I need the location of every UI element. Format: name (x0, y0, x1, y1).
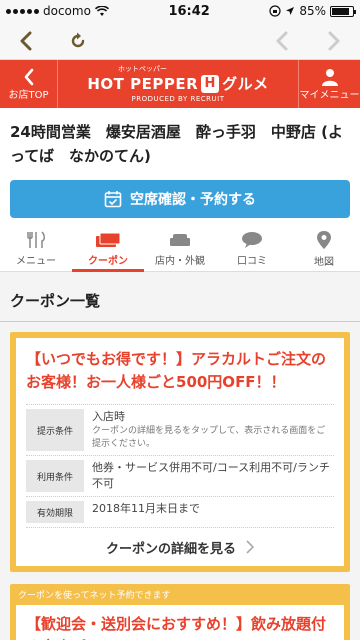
reserve-wrap: 空席確認・予約する (0, 176, 360, 226)
signal-icon (6, 8, 39, 14)
tab-coupon[interactable]: クーポン (72, 226, 144, 272)
ticket-icon (96, 232, 121, 247)
reserve-label: 空席確認・予約する (130, 192, 256, 208)
browser-prev-button[interactable] (270, 29, 294, 53)
tab-interior-label: 店内・外観 (155, 255, 205, 267)
coupon-card: クーポンを使ってネット予約できます 【歓迎会・送別会におすすめ！】飲み放題付き宴… (10, 584, 350, 640)
condition-value: 2018年11月末日まで (92, 502, 200, 515)
tab-map[interactable]: 地図 (288, 226, 360, 271)
logo-h-mark: H (201, 74, 220, 93)
browser-toolbar-left (14, 29, 90, 53)
condition-label: 提示条件 (26, 409, 84, 451)
reserve-button[interactable]: 空席確認・予約する (10, 180, 350, 218)
browser-toolbar-right (270, 29, 346, 53)
browser-reload-button[interactable] (66, 29, 90, 53)
browser-forward-button[interactable] (322, 29, 346, 53)
hot-pepper-logo[interactable]: ホットペッパー HOT PEPPER H グルメ PRODUCED BY REC… (58, 60, 298, 108)
location-arrow-icon (286, 7, 295, 15)
battery-icon (330, 5, 356, 17)
status-bar: docomo 16:42 85% (0, 0, 360, 22)
tab-map-label: 地図 (314, 256, 334, 268)
tab-reviews[interactable]: 口コミ (216, 226, 288, 271)
tab-reviews-label: 口コミ (237, 255, 267, 267)
orientation-lock-icon (269, 5, 281, 17)
cutlery-icon (27, 230, 45, 248)
shop-tabs: メニュー クーポン 店内・外観 口コミ 地図 (0, 226, 360, 272)
status-right: 85% (269, 4, 356, 18)
net-reserve-banner: クーポンを使ってネット予約できます (18, 591, 171, 601)
condition-row-presentation: 提示条件 入店時 クーポンの詳細を見るをタップして、表示される画面をご提示くださ… (26, 405, 334, 456)
condition-value: 他券・サービス併用不可/コース利用不可/ランチ不可 (92, 461, 330, 490)
coupon-card-body: 【歓迎会・送別会におすすめ！】飲み放題付き宴会プラン3000円～！ (16, 605, 344, 640)
browser-back-button[interactable] (14, 29, 38, 53)
coupon-card: 【いつでもお得です！】アラカルトご注文のお客様！お一人様ごと500円OFF！！ … (10, 332, 350, 572)
shop-name: 24時間営業 爆安居酒屋 酔っ手羽 中野店 (よってば なかのてん) (0, 108, 360, 176)
coupon-title: 【いつでもお得です！】アラカルトご注文のお客様！お一人様ごと500円OFF！！ (26, 350, 327, 391)
wifi-icon (94, 5, 109, 16)
user-icon (321, 68, 338, 86)
logo-gourmet: グルメ (222, 75, 269, 93)
sofa-icon (170, 233, 190, 246)
my-menu-button[interactable]: マイメニュー (298, 60, 360, 108)
coupon-conditions: 提示条件 入店時 クーポンの詳細を見るをタップして、表示される画面をご提示くださ… (26, 404, 334, 528)
carrier-label: docomo (43, 4, 91, 18)
coupon-card-body: 【いつでもお得です！】アラカルトご注文のお客様！お一人様ごと500円OFF！！ … (16, 338, 344, 566)
coupon-detail-link[interactable]: クーポンの詳細を見る (26, 528, 334, 566)
tab-menu[interactable]: メニュー (0, 226, 72, 271)
condition-value-text: 入店時 (92, 410, 125, 423)
chevron-left-icon (276, 31, 288, 50)
my-menu-label: マイメニュー (299, 89, 360, 101)
logo-kana: ホットペッパー (118, 65, 167, 73)
tab-coupon-label: クーポン (88, 255, 128, 267)
chevron-right-icon (328, 31, 340, 50)
shop-top-button[interactable]: お店TOP (0, 60, 58, 108)
tab-menu-label: メニュー (16, 255, 56, 267)
browser-toolbar (0, 22, 360, 60)
coupon-list-title: クーポン一覧 (0, 272, 360, 322)
coupon-detail-label: クーポンの詳細を見る (105, 541, 236, 557)
condition-label: 有効期限 (26, 501, 84, 523)
chevron-right-icon (246, 540, 254, 554)
logo-main: HOT PEPPER H グルメ (87, 73, 268, 94)
logo-text: HOT PEPPER (87, 74, 199, 93)
status-time: 16:42 (168, 3, 210, 19)
chevron-left-icon (24, 68, 33, 85)
speech-bubble-icon (242, 231, 262, 248)
battery-percent: 85% (299, 4, 326, 18)
reload-icon (71, 32, 85, 47)
chevron-left-icon (20, 31, 32, 50)
status-left: docomo (6, 4, 109, 18)
battery-fill (332, 7, 349, 15)
condition-label: 利用条件 (26, 460, 84, 492)
map-pin-icon (317, 230, 331, 249)
condition-note: クーポンの詳細を見るをタップして、表示される画面をご提示ください。 (92, 426, 326, 449)
condition-row-expiry: 有効期限 2018年11月末日まで (26, 497, 334, 528)
app-header: お店TOP ホットペッパー HOT PEPPER H グルメ PRODUCED … (0, 60, 360, 108)
shop-top-label: お店TOP (8, 89, 49, 101)
condition-row-usage: 利用条件 他券・サービス併用不可/コース利用不可/ランチ不可 (26, 456, 334, 497)
coupon-title: 【歓迎会・送別会におすすめ！】飲み放題付き宴会プラン3000円～！ (26, 615, 327, 640)
calendar-check-icon (104, 191, 122, 208)
tab-interior[interactable]: 店内・外観 (144, 226, 216, 271)
logo-subtitle: PRODUCED BY RECRUIT (131, 95, 225, 103)
condition-value: 入店時 クーポンの詳細を見るをタップして、表示される画面をご提示ください。 (92, 409, 334, 451)
